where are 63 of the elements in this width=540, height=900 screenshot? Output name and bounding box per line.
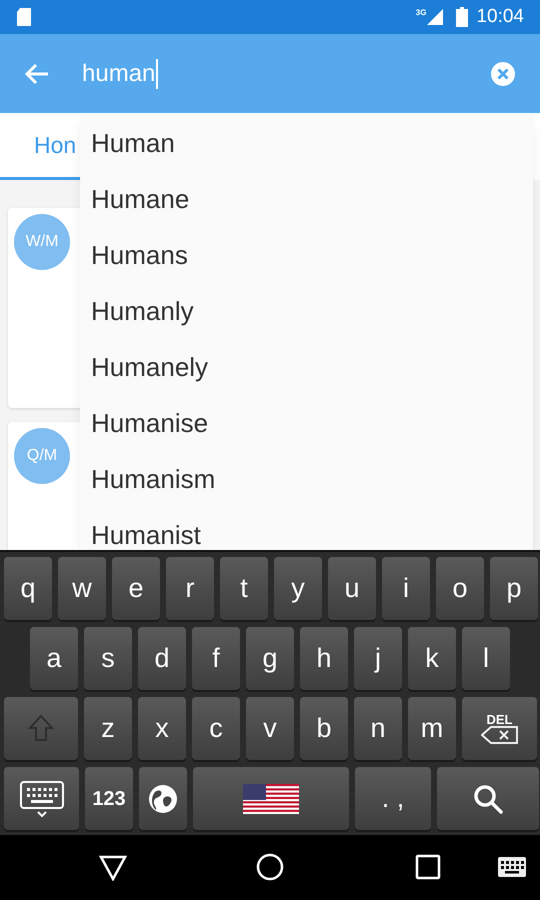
flag-icon <box>243 784 299 814</box>
keyboard-key[interactable]: k <box>408 627 456 690</box>
keyboard-key[interactable]: y <box>274 557 322 620</box>
keyboard-key[interactable]: m <box>408 697 456 760</box>
keyboard-key[interactable]: g <box>246 627 294 690</box>
keyboard-key[interactable]: i <box>382 557 430 620</box>
home-button[interactable] <box>256 853 284 881</box>
keyboard-key[interactable]: e <box>112 557 160 620</box>
keyboard-key[interactable] <box>437 767 539 830</box>
battery-icon <box>456 7 468 27</box>
keyboard-key[interactable]: b <box>300 697 348 760</box>
suggestion-item[interactable]: Humanise <box>80 395 533 451</box>
suggestion-item[interactable]: Humanism <box>80 451 533 507</box>
clock: 10:04 <box>476 4 524 29</box>
circle-icon <box>256 853 284 881</box>
keyboard-key[interactable]: z <box>84 697 132 760</box>
keyboard-icon <box>18 780 64 818</box>
keyboard-key[interactable]: DEL <box>462 697 537 760</box>
backspace-icon <box>480 726 518 744</box>
keyboard-key[interactable]: q <box>4 557 52 620</box>
keyboard-key[interactable]: f <box>192 627 240 690</box>
suggestion-item[interactable]: Human <box>80 115 533 171</box>
keyboard-key[interactable]: j <box>354 627 402 690</box>
suggestion-item[interactable]: Humanist <box>80 507 533 550</box>
clear-icon <box>490 60 516 86</box>
keyboard-key[interactable]: 123 <box>85 767 133 830</box>
keyboard-key[interactable]: w <box>58 557 106 620</box>
keyboard-key[interactable]: c <box>192 697 240 760</box>
keyboard-icon <box>498 857 526 877</box>
keyboard-key[interactable]: t <box>220 557 268 620</box>
clear-button[interactable] <box>490 60 516 86</box>
keyboard-key[interactable]: x <box>138 697 186 760</box>
avatar: W/M <box>14 214 70 270</box>
recents-button[interactable] <box>415 854 441 880</box>
keyboard-key[interactable]: v <box>246 697 294 760</box>
triangle-icon <box>99 855 127 881</box>
suggestion-item[interactable]: Humane <box>80 171 533 227</box>
keyboard-key[interactable]: r <box>166 557 214 620</box>
keyboard-key[interactable] <box>193 767 349 830</box>
globe-icon <box>147 782 179 814</box>
avatar: Q/M <box>14 428 70 484</box>
keyboard-switch-button[interactable] <box>498 857 526 877</box>
suggestion-item[interactable]: Humanely <box>80 339 533 395</box>
search-icon <box>472 782 504 814</box>
keyboard-key[interactable]: . , <box>355 767 431 830</box>
keyboard-key[interactable]: a <box>30 627 78 690</box>
keyboard-key[interactable]: d <box>138 627 186 690</box>
keyboard-key[interactable]: u <box>328 557 376 620</box>
keyboard-key[interactable] <box>139 767 187 830</box>
sd-card-icon <box>16 7 32 27</box>
suggestion-item[interactable]: Humanly <box>80 283 533 339</box>
keyboard-key[interactable]: h <box>300 627 348 690</box>
suggestion-item[interactable]: Humans <box>80 227 533 283</box>
network-type: 3G <box>416 7 426 19</box>
keyboard-key[interactable]: l <box>462 627 510 690</box>
keyboard-key[interactable]: p <box>490 557 538 620</box>
signal-icon <box>426 8 444 26</box>
square-icon <box>415 854 441 880</box>
back-nav-button[interactable] <box>99 855 127 881</box>
keyboard-key[interactable] <box>4 767 79 830</box>
keyboard-key[interactable]: n <box>354 697 402 760</box>
keyboard-key[interactable]: o <box>436 557 484 620</box>
keyboard-key[interactable]: s <box>84 627 132 690</box>
